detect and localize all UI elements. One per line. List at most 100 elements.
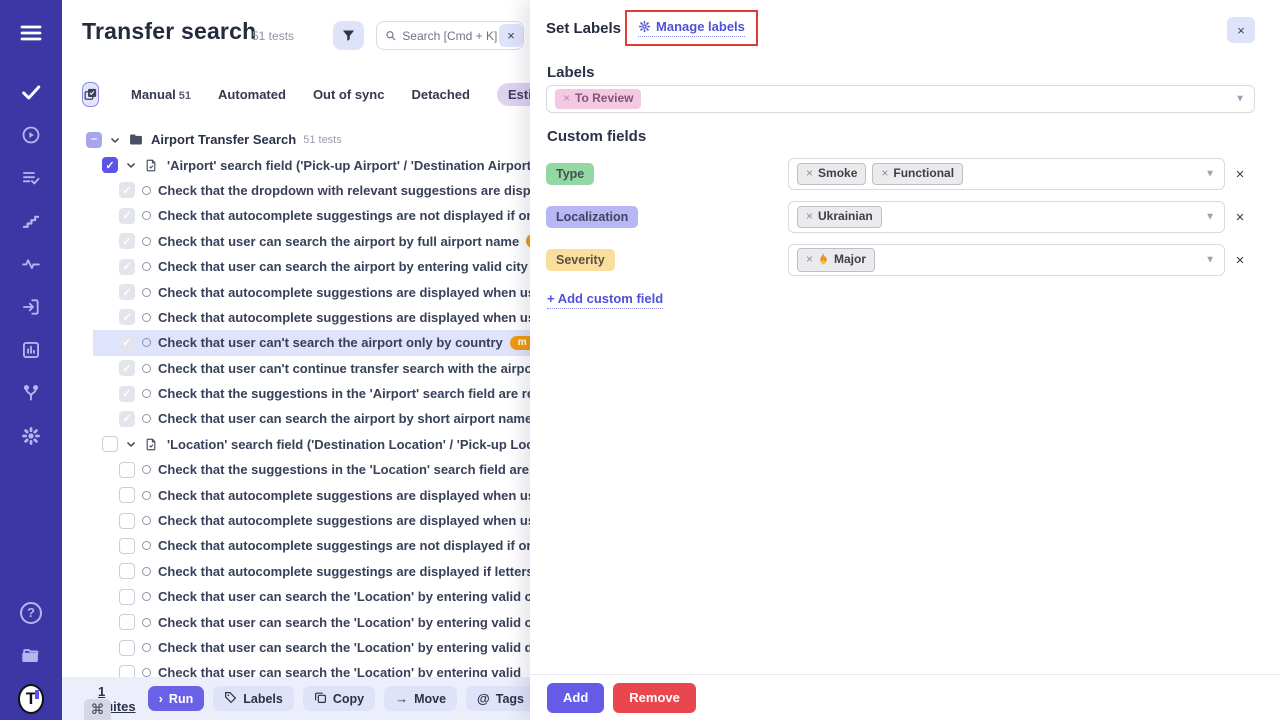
remove-field-button[interactable]: × <box>1225 166 1255 183</box>
field-multiselect[interactable]: ×Major▼ <box>788 244 1225 276</box>
list-tabs: Manual51 Automated Out of sync Detached Esti… <box>82 80 530 108</box>
sidebar-item-menu-icon[interactable] <box>18 20 44 46</box>
value-tag: ×Functional <box>872 163 963 184</box>
logo-icon: T <box>18 684 44 714</box>
sidebar-item-analytics-icon[interactable] <box>18 337 44 363</box>
clear-search-button[interactable]: × <box>499 24 523 47</box>
row-checkbox[interactable] <box>119 640 135 656</box>
suite-row[interactable]: 'Airport' search field ('Pick-up Airport… <box>62 152 530 177</box>
close-panel-button[interactable]: × <box>1227 17 1255 43</box>
filter-button[interactable] <box>333 21 364 50</box>
row-checkbox[interactable] <box>119 259 135 275</box>
remove-tag-icon[interactable]: × <box>881 167 888 180</box>
test-row[interactable]: Check that user can't search the airport… <box>62 330 530 355</box>
row-checkbox[interactable] <box>119 208 135 224</box>
test-row[interactable]: Check that user can search the airport b… <box>62 254 530 279</box>
sidebar-item-pulse-icon[interactable] <box>18 251 44 277</box>
row-checkbox[interactable] <box>119 309 135 325</box>
chevron-down-icon[interactable]: ▼ <box>1205 255 1215 266</box>
chevron-down-icon[interactable] <box>125 159 137 171</box>
test-row[interactable]: Check that autocomplete suggestions are … <box>62 305 530 330</box>
remove-field-button[interactable]: × <box>1225 209 1255 226</box>
tab-out-of-sync[interactable]: Out of sync <box>313 87 385 102</box>
chevron-down-icon[interactable]: ▼ <box>1205 169 1215 180</box>
row-checkbox[interactable] <box>119 487 135 503</box>
row-label: Check that autocomplete suggestions are … <box>158 488 530 503</box>
row-checkbox[interactable] <box>119 233 135 249</box>
suite-row[interactable]: 'Location' search field ('Destination Lo… <box>62 432 530 457</box>
row-checkbox[interactable] <box>119 284 135 300</box>
row-checkbox[interactable] <box>119 614 135 630</box>
tab-manual[interactable]: Manual51 <box>131 87 191 102</box>
chevron-down-icon[interactable]: ▼ <box>1205 212 1215 223</box>
field-multiselect[interactable]: ×Ukrainian▼ <box>788 201 1225 233</box>
test-row[interactable]: Check that autocomplete suggestions are … <box>62 279 530 304</box>
search-icon <box>385 29 396 42</box>
test-row[interactable]: Check that the suggestions in the 'Airpo… <box>62 381 530 406</box>
tab-estimate[interactable]: Estimate <box>497 83 530 106</box>
manage-labels-link[interactable]: Manage labels <box>638 19 745 37</box>
remove-button[interactable]: Remove <box>613 683 696 713</box>
sidebar-item-projects-folder-icon[interactable] <box>18 643 44 669</box>
button-label: Copy <box>333 692 364 706</box>
test-row[interactable]: Check that the dropdown with relevant su… <box>62 178 530 203</box>
sidebar-item-plans-list-check-icon[interactable] <box>18 165 44 191</box>
remove-tag-icon[interactable]: × <box>806 167 813 180</box>
field-multiselect[interactable]: ×Smoke×Functional▼ <box>788 158 1225 190</box>
test-row[interactable]: Check that user can search the 'Location… <box>62 609 530 634</box>
remove-tag-icon[interactable]: × <box>806 253 813 266</box>
sidebar-item-branches-icon[interactable] <box>18 380 44 406</box>
tab-detached[interactable]: Detached <box>411 87 470 102</box>
row-checkbox[interactable] <box>119 462 135 478</box>
copy-button[interactable]: Copy <box>303 686 375 711</box>
test-row[interactable]: Check that autocomplete suggestings are … <box>62 203 530 228</box>
row-checkbox[interactable] <box>119 335 135 351</box>
test-row[interactable]: Check that user can search the 'Location… <box>62 584 530 609</box>
labels-button[interactable]: Labels <box>213 686 294 711</box>
test-row[interactable]: Check that the suggestions in the 'Locat… <box>62 457 530 482</box>
row-checkbox[interactable] <box>102 436 118 452</box>
add-custom-field-link[interactable]: + Add custom field <box>547 291 663 309</box>
add-button[interactable]: Add <box>547 683 604 713</box>
sidebar-item-settings-gear-icon[interactable] <box>18 423 44 449</box>
chevron-down-icon[interactable] <box>125 438 137 450</box>
sidebar-item-help-icon[interactable]: ? <box>18 600 44 626</box>
sidebar-item-steps-icon[interactable] <box>18 208 44 234</box>
chevron-down-icon[interactable] <box>109 134 121 146</box>
move-button[interactable]: →Move <box>384 686 457 711</box>
tab-automated[interactable]: Automated <box>218 87 286 102</box>
test-row[interactable]: Check that user can search the airport b… <box>62 229 530 254</box>
panel-footer: Add Remove <box>530 674 1280 720</box>
sidebar-item-tests-check-icon[interactable] <box>18 79 44 105</box>
sidebar-item-runs-play-icon[interactable] <box>18 122 44 148</box>
remove-tag-icon[interactable]: × <box>806 210 813 223</box>
run-button[interactable]: ›Run <box>148 686 205 711</box>
test-row[interactable]: Check that autocomplete suggestions are … <box>62 482 530 507</box>
test-row[interactable]: Check that user can search the 'Location… <box>62 635 530 660</box>
row-checkbox[interactable] <box>119 411 135 427</box>
test-row[interactable]: Check that user can't continue transfer … <box>62 356 530 381</box>
remove-tag-icon[interactable]: × <box>563 92 570 105</box>
sidebar-item-import-icon[interactable] <box>18 294 44 320</box>
chevron-down-icon[interactable]: ▼ <box>1235 94 1245 105</box>
folder-row[interactable]: Airport Transfer Search51 tests <box>62 127 530 152</box>
row-checkbox[interactable] <box>119 538 135 554</box>
select-mode-button[interactable] <box>82 82 99 107</box>
labels-multiselect[interactable]: ×To Review ▼ <box>546 85 1255 113</box>
row-checkbox[interactable] <box>119 386 135 402</box>
test-row[interactable]: Check that autocomplete suggestions are … <box>62 508 530 533</box>
row-checkbox[interactable] <box>119 360 135 376</box>
test-row[interactable]: Check that autocomplete suggestings are … <box>62 559 530 584</box>
test-row[interactable]: Check that autocomplete suggestings are … <box>62 533 530 558</box>
row-checkbox[interactable] <box>119 182 135 198</box>
test-row[interactable]: Check that user can search the airport b… <box>62 406 530 431</box>
row-checkbox[interactable] <box>119 589 135 605</box>
row-checkbox[interactable] <box>86 132 102 148</box>
row-checkbox[interactable] <box>119 513 135 529</box>
row-checkbox[interactable] <box>102 157 118 173</box>
sidebar-item-logo-icon[interactable]: T <box>18 686 44 712</box>
analytics-icon <box>21 340 41 360</box>
remove-field-button[interactable]: × <box>1225 252 1255 269</box>
tags-button[interactable]: @Tags <box>466 686 530 711</box>
row-checkbox[interactable] <box>119 563 135 579</box>
